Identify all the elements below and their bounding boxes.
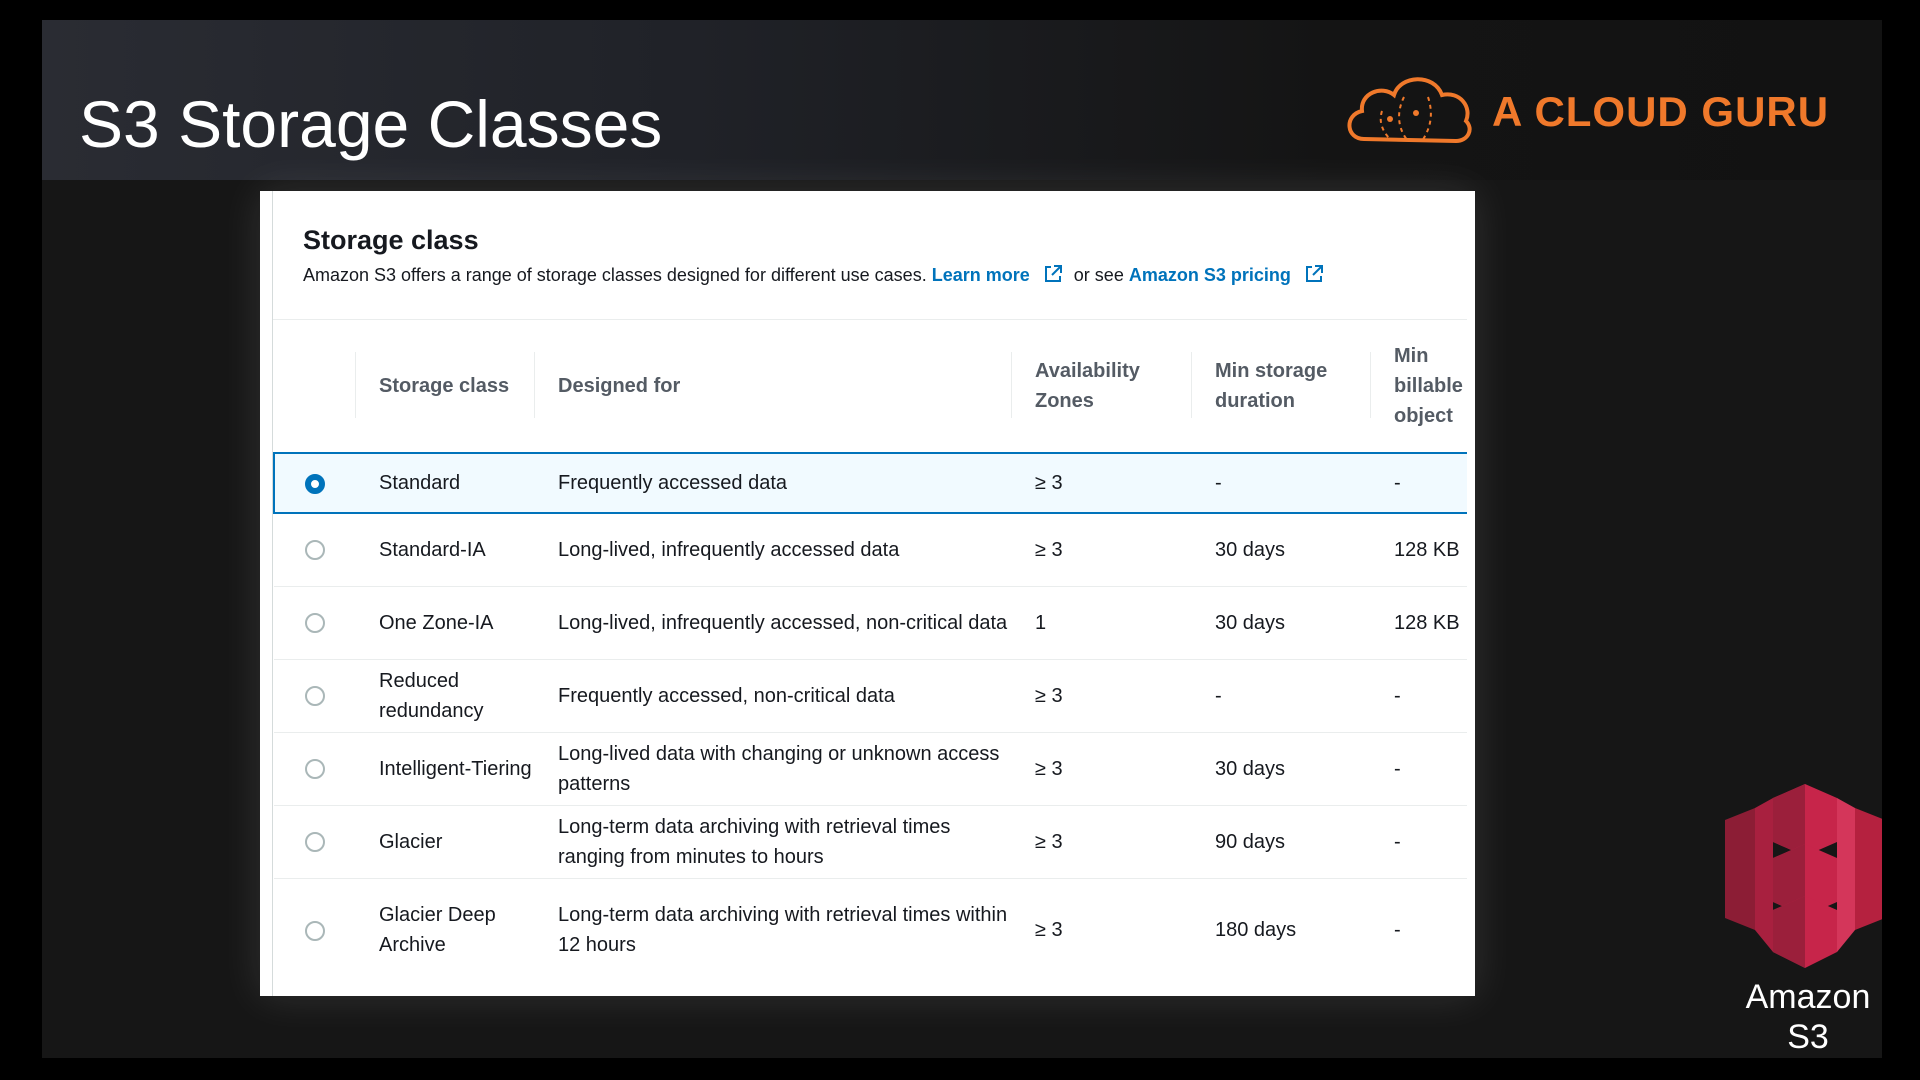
column-header-availability-zones: Availability Zones — [1011, 319, 1191, 453]
cell-storage-class: Glacier — [355, 804, 534, 878]
cell-designed-for: Long-lived, infrequently accessed data — [534, 512, 1011, 586]
amazon-s3-icon — [1725, 784, 1882, 968]
cell-storage-class: Standard-IA — [355, 512, 534, 586]
s3-logo-label: Amazon S3 — [1745, 978, 1871, 1056]
cell-min-billable-object: - — [1370, 452, 1467, 514]
brand-name: A CLOUD GURU — [1492, 88, 1830, 135]
brand-logo: A CLOUD GURU — [1342, 62, 1862, 162]
cell-designed-for: Long-term data archiving with retrieval … — [534, 877, 1011, 982]
table-row[interactable]: One Zone-IA Long-lived, infrequently acc… — [274, 585, 1467, 659]
storage-class-table: Storage class Designed for Availability … — [273, 319, 1467, 982]
cell-storage-class: Reduced redundancy — [355, 658, 534, 732]
column-header-select — [274, 319, 355, 453]
cell-availability-zones: ≥ 3 — [1011, 512, 1191, 586]
cloud-icon — [1347, 77, 1472, 144]
column-header-designed-for: Designed for — [534, 319, 1011, 453]
learn-more-link[interactable]: Learn more — [932, 265, 1030, 285]
pricing-link[interactable]: Amazon S3 pricing — [1129, 265, 1291, 285]
cell-availability-zones: ≥ 3 — [1011, 804, 1191, 878]
cell-designed-for: Long-lived, infrequently accessed, non-c… — [534, 585, 1011, 659]
cell-min-billable-object: 128 KB — [1370, 585, 1467, 659]
cell-min-billable-object: - — [1370, 658, 1467, 732]
radio-selected[interactable] — [305, 473, 325, 494]
storage-class-panel: Storage class Amazon S3 offers a range o… — [260, 191, 1475, 996]
table-row[interactable]: Glacier Long-term data archiving with re… — [274, 804, 1467, 878]
radio-button[interactable] — [304, 613, 325, 634]
external-link-icon[interactable] — [1304, 264, 1324, 284]
table-row[interactable]: Intelligent-Tiering Long-lived data with… — [274, 731, 1467, 805]
cell-min-storage-duration: 30 days — [1191, 731, 1370, 805]
section-description: Amazon S3 offers a range of storage clas… — [303, 264, 1330, 286]
cell-storage-class: Standard — [355, 452, 534, 514]
cell-min-storage-duration: - — [1191, 452, 1370, 514]
cell-availability-zones: ≥ 3 — [1011, 731, 1191, 805]
column-header-min-storage-duration: Min storage duration — [1191, 319, 1370, 453]
cell-storage-class: Intelligent-Tiering — [355, 731, 534, 805]
section-title: Storage class — [303, 225, 479, 255]
cell-min-storage-duration: 90 days — [1191, 804, 1370, 878]
cell-min-billable-object: 128 KB — [1370, 512, 1467, 586]
cell-designed-for: Frequently accessed, non-critical data — [534, 658, 1011, 732]
cell-designed-for: Long-term data archiving with retrieval … — [534, 804, 1011, 878]
cell-min-storage-duration: 30 days — [1191, 512, 1370, 586]
table-row[interactable]: Standard Frequently accessed data ≥ 3 - … — [273, 452, 1467, 514]
cell-availability-zones: ≥ 3 — [1011, 877, 1191, 982]
table-header-row: Storage class Designed for Availability … — [274, 319, 1467, 453]
column-header-storage-class: Storage class — [355, 319, 534, 453]
cell-designed-for: Frequently accessed data — [534, 452, 1011, 514]
cell-availability-zones: ≥ 3 — [1011, 658, 1191, 732]
table-row[interactable]: Reduced redundancy Frequently accessed, … — [274, 658, 1467, 732]
cell-min-billable-object: - — [1370, 731, 1467, 805]
cell-min-storage-duration: 180 days — [1191, 877, 1370, 982]
cell-availability-zones: 1 — [1011, 585, 1191, 659]
table-row[interactable]: Glacier Deep Archive Long-term data arch… — [274, 877, 1467, 982]
radio-button[interactable] — [304, 686, 325, 707]
cell-availability-zones: ≥ 3 — [1011, 452, 1191, 514]
cell-min-billable-object: - — [1370, 877, 1467, 982]
cell-storage-class: One Zone-IA — [355, 585, 534, 659]
radio-button[interactable] — [304, 832, 325, 853]
external-link-icon[interactable] — [1043, 264, 1063, 284]
cell-designed-for: Long-lived data with changing or unknown… — [534, 731, 1011, 805]
cell-min-billable-object: - — [1370, 804, 1467, 878]
radio-button[interactable] — [304, 920, 325, 941]
radio-button[interactable] — [304, 759, 325, 780]
cell-storage-class: Glacier Deep Archive — [355, 877, 534, 982]
storage-class-container: Storage class Amazon S3 offers a range o… — [272, 191, 1467, 996]
radio-button[interactable] — [304, 540, 325, 561]
table-row[interactable]: Standard-IA Long-lived, infrequently acc… — [274, 512, 1467, 586]
cell-min-storage-duration: 30 days — [1191, 585, 1370, 659]
cell-min-storage-duration: - — [1191, 658, 1370, 732]
column-header-min-billable-object: Min billable object — [1370, 319, 1467, 453]
page-title: S3 Storage Classes — [79, 87, 663, 161]
